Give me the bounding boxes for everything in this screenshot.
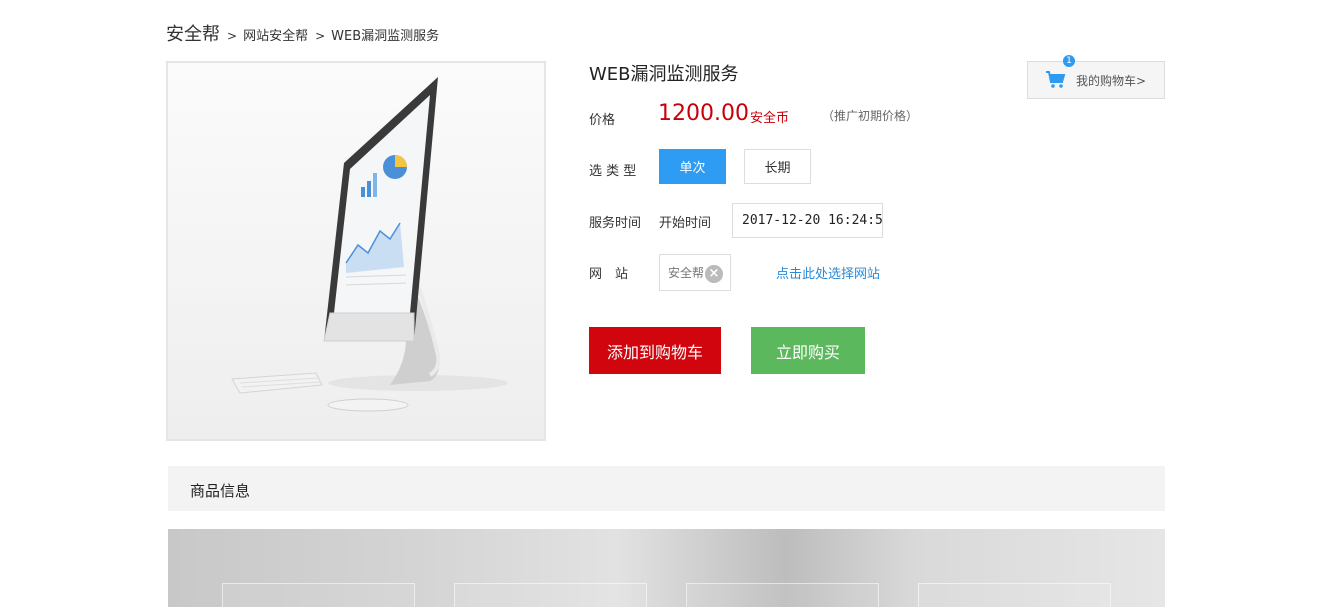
product-info-header: 商品信息: [168, 466, 1165, 511]
shopping-cart-icon: [1046, 71, 1066, 89]
breadcrumb-separator: >: [315, 29, 326, 43]
start-time-label: 开始时间: [659, 216, 712, 231]
add-to-cart-button[interactable]: 添加到购物车: [589, 327, 721, 374]
selected-site-tag: 安全帮 ×: [659, 254, 731, 291]
banner-card: [918, 583, 1111, 607]
product-info-banner: [168, 529, 1165, 607]
start-time-field[interactable]: 2017-12-20 16:24:52: [732, 203, 883, 238]
my-cart-button[interactable]: 我的购物车>: [1027, 61, 1165, 99]
banner-card: [686, 583, 879, 607]
price-currency: 安全币: [750, 111, 790, 126]
breadcrumb-current: WEB漏洞监测服务: [331, 29, 440, 44]
website-label: 网 站: [589, 267, 629, 282]
product-info-title: 商品信息: [190, 482, 251, 500]
product-title: WEB漏洞监测服务: [589, 64, 739, 85]
breadcrumb: 安全帮 > 网站安全帮 > WEB漏洞监测服务: [166, 20, 440, 46]
banner-card: [454, 583, 647, 607]
type-option-long-term[interactable]: 长期: [744, 149, 811, 184]
price-note: （推广初期价格）: [822, 109, 919, 123]
breadcrumb-category[interactable]: 网站安全帮: [243, 25, 308, 44]
type-label: 选 类 型: [589, 164, 637, 179]
banner-card: [222, 583, 415, 607]
cart-count-badge: 1: [1063, 55, 1075, 67]
breadcrumb-home[interactable]: 安全帮: [166, 20, 220, 46]
type-option-single[interactable]: 单次: [659, 149, 726, 184]
service-time-label: 服务时间: [589, 216, 642, 231]
product-image: [166, 61, 546, 441]
imac-product-photo: [231, 77, 508, 412]
selected-site-name: 安全帮: [668, 266, 705, 280]
close-circle-icon[interactable]: ×: [705, 265, 723, 283]
price-amount: 1200.00: [658, 101, 749, 126]
buy-now-button[interactable]: 立即购买: [751, 327, 865, 374]
price-label: 价格: [589, 113, 616, 128]
breadcrumb-separator: >: [227, 29, 238, 43]
choose-site-link[interactable]: 点击此处选择网站: [776, 263, 880, 282]
cart-label: 我的购物车>: [1076, 73, 1147, 88]
